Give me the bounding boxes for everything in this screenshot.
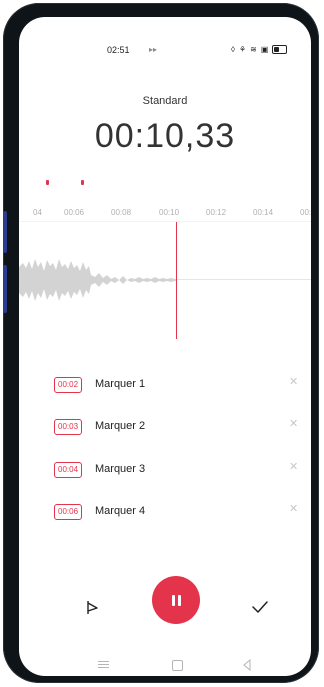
timeline-axis (19, 221, 311, 222)
data-icon: ◊ (231, 45, 235, 54)
status-icons: ◊ ⚘ ≋ ▣ (231, 45, 288, 54)
marker-label[interactable]: Marquer 4 (95, 504, 145, 518)
tick-label: 00:12 (206, 208, 227, 217)
navigation-bar (19, 658, 311, 674)
tick-label: 00:14 (253, 208, 274, 217)
marker-item[interactable]: 00:03 Marquer 2 ✕ (19, 414, 311, 442)
tick-label: 00:16 (300, 208, 311, 217)
waveform-baseline (177, 279, 311, 280)
marker-item[interactable]: 00:04 Marquer 3 ✕ (19, 457, 311, 485)
close-icon[interactable]: ✕ (289, 375, 298, 389)
screen: 02:51 ▸▸ ◊ ⚘ ≋ ▣ Standard 00:10,33 04 00… (19, 17, 311, 676)
marker-label[interactable]: Marquer 2 (95, 419, 145, 433)
sim-icon: ▣ (260, 45, 269, 54)
marker-item[interactable]: 00:06 Marquer 4 ✕ (19, 499, 311, 527)
timeline-ticks: 04 00:06 00:08 00:10 00:12 00:14 00:16 (19, 208, 311, 220)
status-bar: 02:51 ▸▸ ◊ ⚘ ≋ ▣ (19, 45, 311, 61)
battery-icon (272, 45, 288, 54)
media-icon: ▸▸ (149, 45, 158, 54)
marker-item[interactable]: 00:02 Marquer 1 ✕ (19, 372, 311, 400)
close-icon[interactable]: ✕ (289, 460, 298, 474)
tick-label: 00:08 (111, 208, 132, 217)
marker-label[interactable]: Marquer 3 (95, 462, 145, 476)
close-icon[interactable]: ✕ (289, 417, 298, 431)
marker-label[interactable]: Marquer 1 (95, 377, 145, 391)
wifi-icon: ≋ (250, 45, 257, 54)
marker-time: 00:02 (54, 377, 83, 393)
back-icon[interactable] (241, 659, 253, 671)
power-button (3, 265, 7, 313)
volume-button (3, 211, 7, 253)
marker-time: 00:06 (54, 504, 83, 520)
tick-label: 04 (33, 208, 42, 217)
phone-frame: 02:51 ▸▸ ◊ ⚘ ≋ ▣ Standard 00:10,33 04 00… (3, 3, 319, 683)
tick-label: 00:06 (64, 208, 85, 217)
vpn-icon: ⚘ (238, 45, 247, 54)
timeline-marker-flag (46, 180, 49, 185)
playhead[interactable] (176, 222, 177, 339)
timeline-marker-flag (81, 180, 84, 185)
recording-mode: Standard (142, 95, 188, 107)
home-icon[interactable] (172, 660, 183, 671)
elapsed-timer: 00:10,33 (94, 117, 236, 155)
tick-label: 00:10 (159, 208, 180, 217)
status-time: 02:51 (107, 45, 130, 55)
flag-icon[interactable] (85, 599, 101, 615)
menu-icon[interactable] (98, 661, 109, 669)
marker-time: 00:03 (54, 419, 83, 435)
close-icon[interactable]: ✕ (289, 502, 298, 516)
pause-icon (171, 594, 181, 606)
waveform (19, 259, 177, 301)
pause-button[interactable] (152, 576, 200, 624)
check-icon[interactable] (251, 599, 269, 615)
marker-time: 00:04 (54, 462, 83, 478)
